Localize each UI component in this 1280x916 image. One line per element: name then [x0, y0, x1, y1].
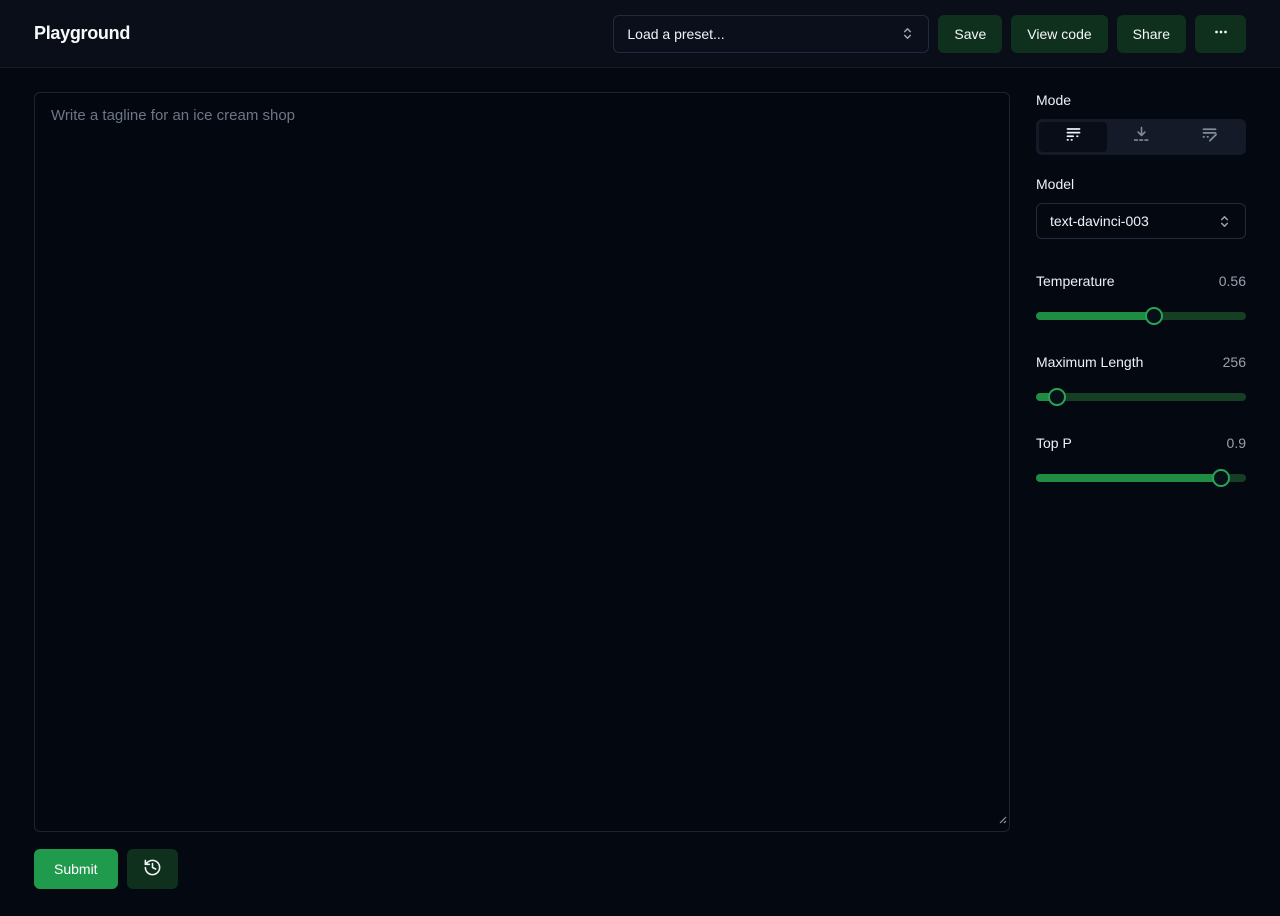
- temperature-value: 0.56: [1219, 273, 1246, 289]
- main-content: Submit Mode: [0, 68, 1280, 889]
- mode-label: Mode: [1036, 92, 1246, 108]
- top-p-label: Top P: [1036, 435, 1072, 451]
- more-options-button[interactable]: [1195, 15, 1246, 53]
- view-code-button[interactable]: View code: [1011, 15, 1107, 53]
- share-button[interactable]: Share: [1117, 15, 1186, 53]
- temperature-slider-group: Temperature 0.56: [1036, 273, 1246, 320]
- history-icon: [143, 858, 162, 880]
- top-p-slider[interactable]: [1036, 474, 1246, 482]
- top-p-slider-fill: [1036, 474, 1221, 482]
- chevron-up-down-icon: [900, 26, 915, 41]
- top-p-slider-group: Top P 0.9: [1036, 435, 1246, 482]
- tab-edit-mode[interactable]: [1175, 122, 1243, 152]
- model-label: Model: [1036, 176, 1246, 192]
- history-button[interactable]: [127, 849, 178, 889]
- complete-mode-icon: [1065, 126, 1082, 148]
- prompt-textarea[interactable]: [34, 92, 1010, 832]
- tab-insert-mode[interactable]: [1107, 122, 1175, 152]
- max-length-slider[interactable]: [1036, 393, 1246, 401]
- ellipsis-icon: [1212, 23, 1230, 44]
- temperature-slider-thumb[interactable]: [1145, 307, 1163, 325]
- max-length-slider-thumb[interactable]: [1048, 388, 1066, 406]
- temperature-slider[interactable]: [1036, 312, 1246, 320]
- header-controls: Load a preset... Save View code Share: [613, 15, 1246, 53]
- model-section: Model text-davinci-003: [1036, 176, 1246, 239]
- top-p-slider-thumb[interactable]: [1212, 469, 1230, 487]
- tab-complete-mode[interactable]: [1039, 122, 1107, 152]
- top-p-value: 0.9: [1227, 435, 1246, 451]
- header: Playground Load a preset... Save View co…: [0, 0, 1280, 68]
- editor-column: Submit: [34, 92, 1010, 889]
- save-button[interactable]: Save: [938, 15, 1002, 53]
- page-title: Playground: [34, 23, 130, 44]
- temperature-label: Temperature: [1036, 273, 1115, 289]
- max-length-slider-group: Maximum Length 256: [1036, 354, 1246, 401]
- chevron-up-down-icon: [1217, 214, 1232, 229]
- model-select-value: text-davinci-003: [1050, 213, 1149, 229]
- insert-mode-icon: [1133, 126, 1150, 148]
- load-preset-select[interactable]: Load a preset...: [613, 15, 929, 53]
- max-length-label: Maximum Length: [1036, 354, 1143, 370]
- load-preset-value: Load a preset...: [627, 26, 724, 42]
- edit-mode-icon: [1201, 126, 1218, 148]
- temperature-slider-fill: [1036, 312, 1154, 320]
- prompt-editor-wrap: [34, 92, 1010, 832]
- settings-panel: Mode: [1036, 92, 1246, 889]
- sliders-section: Temperature 0.56 Maximum Length 256: [1036, 273, 1246, 482]
- mode-tabs: [1036, 119, 1246, 155]
- submit-button[interactable]: Submit: [34, 849, 118, 889]
- max-length-value: 256: [1223, 354, 1246, 370]
- model-select[interactable]: text-davinci-003: [1036, 203, 1246, 239]
- editor-actions: Submit: [34, 849, 1010, 889]
